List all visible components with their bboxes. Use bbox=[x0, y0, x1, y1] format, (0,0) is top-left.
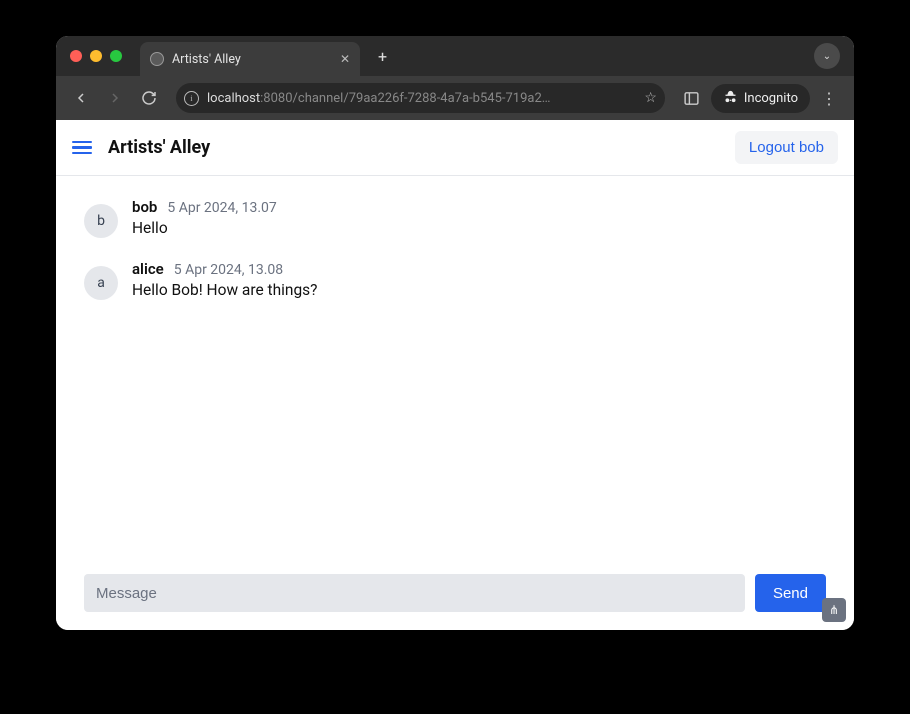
address-bar[interactable]: i localhost:8080/channel/79aa226f-7288-4… bbox=[176, 83, 665, 113]
browser-tab[interactable]: Artists' Alley ✕ bbox=[140, 42, 360, 76]
chevron-down-icon: ⌄ bbox=[823, 51, 831, 62]
message-row: b bob 5 Apr 2024, 13.07 Hello bbox=[84, 198, 826, 238]
message-text: Hello bbox=[132, 219, 826, 237]
message-author: bob bbox=[132, 198, 157, 216]
window-maximize-button[interactable] bbox=[110, 50, 122, 62]
browser-titlebar: Artists' Alley ✕ + ⌄ bbox=[56, 36, 854, 76]
url-text: localhost:8080/channel/79aa226f-7288-4a7… bbox=[207, 91, 636, 106]
message-row: a alice 5 Apr 2024, 13.08 Hello Bob! How… bbox=[84, 260, 826, 300]
app-header: Artists' Alley Logout bob bbox=[56, 120, 854, 176]
send-button[interactable]: Send bbox=[755, 574, 826, 612]
message-author: alice bbox=[132, 260, 164, 278]
back-button[interactable] bbox=[66, 83, 96, 113]
tab-search-button[interactable]: ⌄ bbox=[814, 43, 840, 69]
incognito-badge[interactable]: Incognito bbox=[711, 84, 810, 113]
browser-toolbar: i localhost:8080/channel/79aa226f-7288-4… bbox=[56, 76, 854, 120]
globe-icon bbox=[150, 52, 164, 66]
avatar: a bbox=[84, 266, 118, 300]
side-panel-button[interactable] bbox=[677, 83, 707, 113]
window-close-button[interactable] bbox=[70, 50, 82, 62]
tab-title: Artists' Alley bbox=[172, 52, 241, 67]
hamburger-menu-button[interactable] bbox=[72, 141, 92, 155]
channel-title: Artists' Alley bbox=[108, 137, 210, 158]
devtools-icon: ⋔ bbox=[829, 603, 839, 617]
devtools-indicator[interactable]: ⋔ bbox=[822, 598, 846, 622]
site-info-icon[interactable]: i bbox=[184, 91, 199, 106]
incognito-label: Incognito bbox=[744, 91, 798, 106]
traffic-lights bbox=[70, 50, 122, 62]
incognito-icon bbox=[723, 89, 738, 108]
browser-window: Artists' Alley ✕ + ⌄ i localhost:8080/ch… bbox=[56, 36, 854, 630]
more-vertical-icon: ⋮ bbox=[821, 89, 837, 108]
message-list: b bob 5 Apr 2024, 13.07 Hello a alice 5 … bbox=[56, 176, 854, 564]
message-timestamp: 5 Apr 2024, 13.07 bbox=[167, 200, 276, 216]
forward-button[interactable] bbox=[100, 83, 130, 113]
new-tab-button[interactable]: + bbox=[370, 45, 395, 68]
page-content: Artists' Alley Logout bob b bob 5 Apr 20… bbox=[56, 120, 854, 630]
message-timestamp: 5 Apr 2024, 13.08 bbox=[174, 262, 283, 278]
composer: Send bbox=[56, 564, 854, 630]
avatar: b bbox=[84, 204, 118, 238]
panel-icon bbox=[683, 90, 700, 107]
arrow-right-icon bbox=[107, 90, 123, 106]
close-tab-icon[interactable]: ✕ bbox=[340, 52, 350, 66]
message-input[interactable] bbox=[84, 574, 745, 612]
window-minimize-button[interactable] bbox=[90, 50, 102, 62]
message-text: Hello Bob! How are things? bbox=[132, 281, 826, 299]
logout-button[interactable]: Logout bob bbox=[735, 131, 838, 164]
arrow-left-icon bbox=[73, 90, 89, 106]
bookmark-star-icon[interactable]: ☆ bbox=[644, 90, 657, 106]
reload-icon bbox=[141, 90, 157, 106]
reload-button[interactable] bbox=[134, 83, 164, 113]
browser-menu-button[interactable]: ⋮ bbox=[814, 83, 844, 113]
